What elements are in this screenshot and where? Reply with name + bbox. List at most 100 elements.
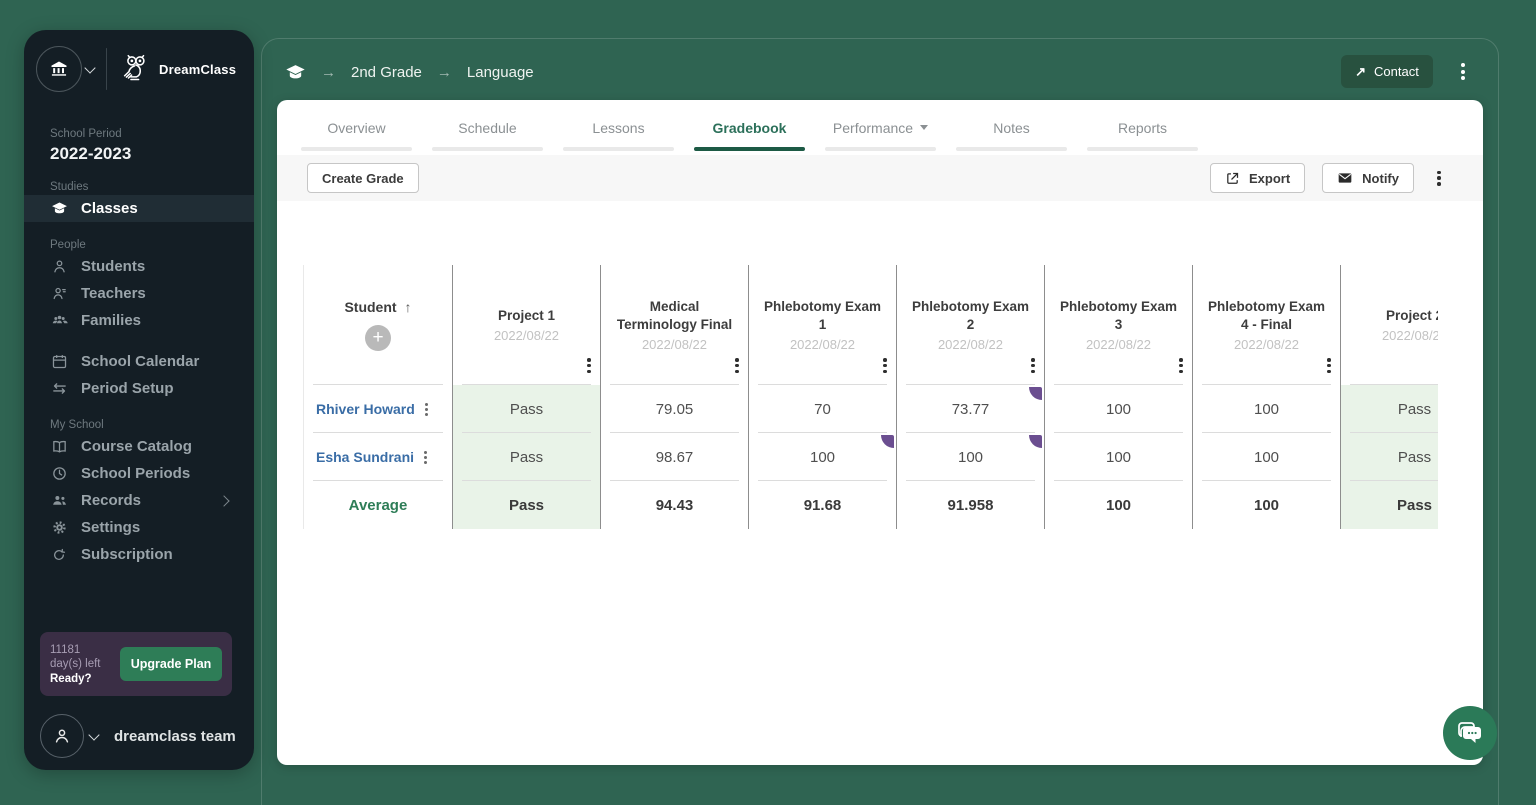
column-title: Phlebotomy Exam 1 (763, 299, 882, 332)
chat-bubbles-icon (1456, 720, 1484, 746)
grade-table-viewport[interactable]: Student Rhiver Howard Esha Sundrani Average… (303, 265, 1438, 529)
tab-reports[interactable]: Reports (1077, 100, 1208, 155)
tab-notes[interactable]: Notes (946, 100, 1077, 155)
clock-icon (50, 465, 68, 482)
tab-performance[interactable]: Performance (815, 100, 946, 155)
school-switcher-button[interactable] (36, 46, 82, 92)
sidebar-item-label: Records (81, 492, 142, 509)
toolbar-kebab-menu-icon[interactable] (1437, 170, 1441, 186)
chevron-down-icon (88, 728, 100, 741)
sidebar-item-school-calendar[interactable]: School Calendar (24, 348, 254, 375)
student-name-link[interactable]: Esha Sundrani (316, 449, 414, 465)
column-date: 2022/08/22 (789, 336, 856, 352)
grade-cell[interactable]: Pass (1341, 433, 1438, 481)
student-name-link[interactable]: Rhiver Howard (316, 401, 415, 417)
column-header: Phlebotomy Exam 2 2022/08/22 (897, 265, 1044, 385)
refresh-icon (50, 547, 68, 563)
bank-icon (49, 59, 69, 79)
sort-ascending-icon[interactable] (405, 299, 412, 315)
grade-cell[interactable]: 73.77 (897, 385, 1044, 433)
sidebar-item-period-setup[interactable]: Period Setup (24, 375, 254, 402)
student-menu-kebab-icon[interactable] (424, 450, 428, 464)
tab-schedule[interactable]: Schedule (422, 100, 553, 155)
grade-cell[interactable]: 100 (1045, 433, 1192, 481)
comment-flag-icon (1029, 387, 1042, 400)
breadcrumb-grade[interactable]: 2nd Grade (351, 64, 422, 81)
header-kebab-menu-icon[interactable] (1461, 63, 1465, 80)
grade-cell[interactable]: 100 (749, 433, 896, 481)
column-header: Phlebotomy Exam 3 2022/08/22 (1045, 265, 1192, 385)
grade-cell[interactable]: 98.67 (601, 433, 748, 481)
tab-gradebook[interactable]: Gradebook (684, 100, 815, 155)
average-grade-cell: 100 (1253, 496, 1280, 514)
calendar-icon (50, 353, 68, 370)
column-student: Student Rhiver Howard Esha Sundrani Average (303, 265, 452, 529)
student-row: Rhiver Howard (304, 385, 452, 433)
grade-cell[interactable]: Pass (1341, 385, 1438, 433)
grade-cell[interactable]: 70 (749, 385, 896, 433)
families-icon (50, 312, 68, 329)
grade-cell[interactable]: 100 (1193, 385, 1340, 433)
grade-cell[interactable]: 100 (1045, 385, 1192, 433)
column-menu-kebab-icon[interactable] (735, 358, 739, 373)
arrow-right-icon (321, 64, 336, 81)
divider (106, 48, 107, 90)
grade-cell[interactable]: Pass (453, 385, 600, 433)
tab-overview[interactable]: Overview (291, 100, 422, 155)
add-student-button[interactable] (365, 325, 391, 351)
column-title: Phlebotomy Exam 3 (1059, 299, 1178, 332)
column-date: 2022/08/22 (1233, 336, 1300, 352)
column-menu-kebab-icon[interactable] (1327, 358, 1331, 373)
grade-cell[interactable]: 100 (1193, 433, 1340, 481)
breadcrumb-subject[interactable]: Language (467, 64, 534, 81)
sidebar-item-label: Period Setup (81, 380, 174, 397)
gear-icon (50, 519, 68, 536)
sidebar-item-label: School Periods (81, 465, 191, 482)
average-grade-cell: Pass (1341, 481, 1438, 529)
app-root: DreamClass School Period 2022-2023 Studi… (0, 0, 1536, 805)
swap-icon (50, 380, 68, 397)
column-menu-kebab-icon[interactable] (1031, 358, 1035, 373)
student-menu-kebab-icon[interactable] (424, 402, 428, 416)
average-row-label: Average (348, 496, 408, 514)
sidebar-item-course-catalog[interactable]: Course Catalog (24, 433, 254, 460)
student-header-label: Student (344, 299, 397, 315)
school-period-label: School Period (50, 128, 122, 140)
sidebar-item-school-periods[interactable]: School Periods (24, 460, 254, 487)
sidebar-item-subscription[interactable]: Subscription (24, 541, 254, 568)
sidebar-section: School Calendar Period Setup (24, 348, 254, 402)
create-grade-button[interactable]: Create Grade (307, 163, 419, 193)
section-label: Studies (50, 181, 89, 193)
notify-button[interactable]: Notify (1322, 163, 1414, 193)
column-menu-kebab-icon[interactable] (1179, 358, 1183, 373)
tab-label: Reports (1117, 119, 1168, 136)
grade-cell[interactable]: 79.05 (601, 385, 748, 433)
sidebar-item-label: Teachers (81, 285, 146, 302)
grade-cell[interactable]: 100 (897, 433, 1044, 481)
sidebar-item-records[interactable]: Records (24, 487, 254, 514)
column-date: 2022/08/22 (641, 336, 708, 352)
grad-cap-icon (50, 200, 68, 217)
column-menu-kebab-icon[interactable] (587, 358, 591, 373)
sidebar-item-settings[interactable]: Settings (24, 514, 254, 541)
sidebar-item-teachers[interactable]: Teachers (24, 280, 254, 307)
contact-button[interactable]: Contact (1341, 55, 1433, 88)
user-menu[interactable]: dreamclass team (40, 714, 236, 758)
sidebar-item-families[interactable]: Families (24, 307, 254, 334)
student-row: Esha Sundrani (304, 433, 452, 481)
tab-lessons[interactable]: Lessons (553, 100, 684, 155)
notify-label: Notify (1362, 170, 1399, 186)
sidebar-item-classes[interactable]: Classes (24, 195, 254, 222)
chat-widget-button[interactable] (1443, 706, 1497, 760)
upgrade-plan-button[interactable]: Upgrade Plan (120, 647, 222, 681)
column-header: Project 1 2022/08/22 (453, 265, 600, 385)
chevron-down-icon (84, 61, 96, 74)
grade-cell[interactable]: Pass (453, 433, 600, 481)
tab-label: Gradebook (712, 119, 787, 136)
column-menu-kebab-icon[interactable] (883, 358, 887, 373)
sidebar-item-students[interactable]: Students (24, 253, 254, 280)
tab-label: Notes (993, 119, 1030, 136)
column-project-2: Project 22022/08/22PassPassPass (1340, 265, 1438, 529)
brand[interactable]: DreamClass (117, 51, 236, 87)
export-button[interactable]: Export (1209, 163, 1306, 193)
